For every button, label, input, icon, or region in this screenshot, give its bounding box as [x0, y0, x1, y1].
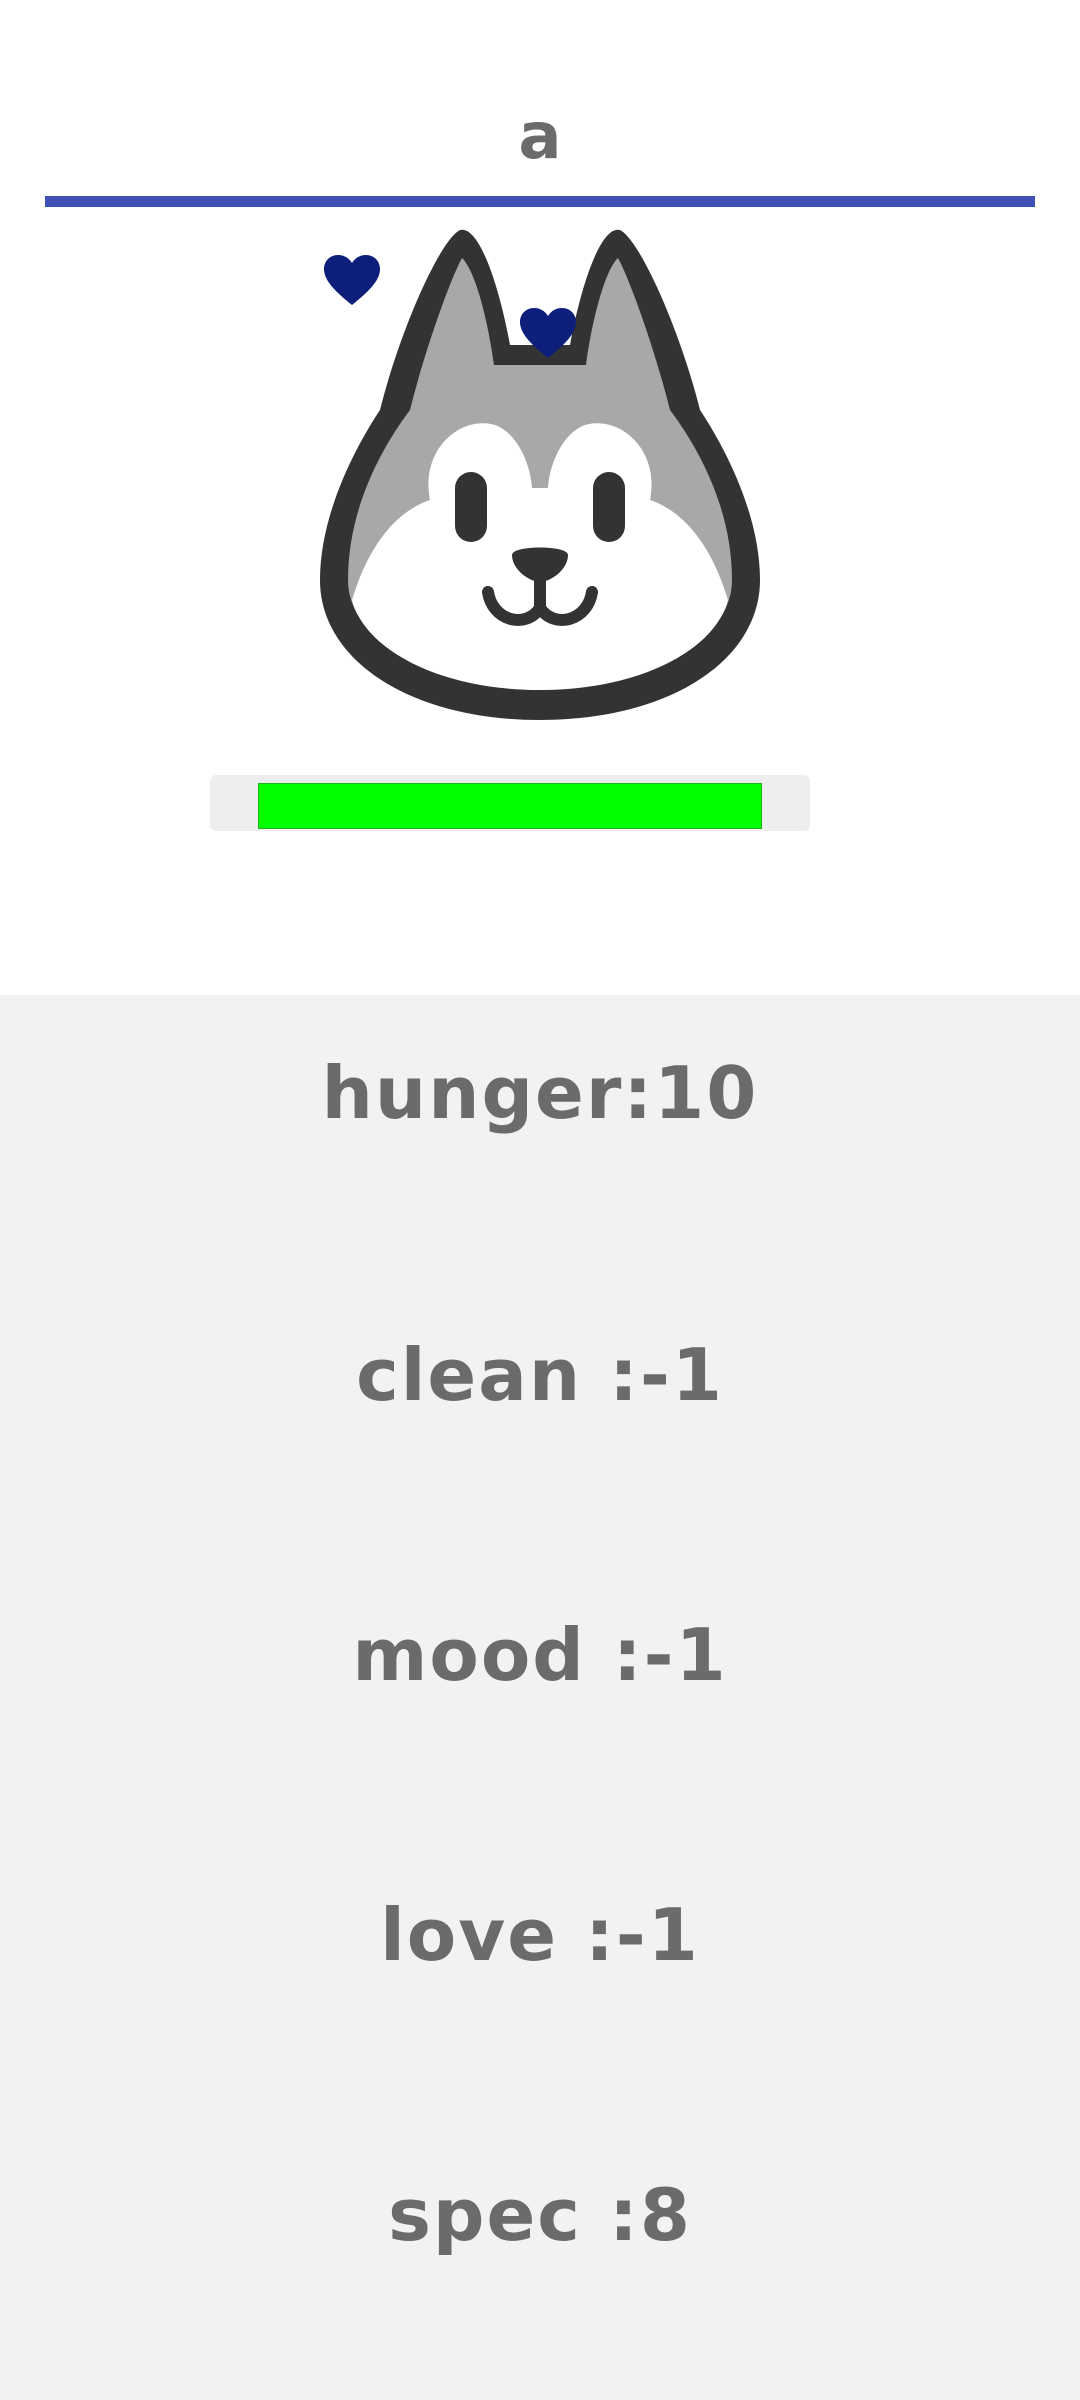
app-screen: a hunger:10 clean:-1 mood:-1 love:-1 … — [0, 0, 1080, 2400]
title-divider — [45, 196, 1035, 207]
stat-clean: clean :-1 — [356, 1333, 724, 1417]
stat-hunger: hunger:10 — [321, 1051, 759, 1135]
heart-icon — [324, 255, 380, 305]
stat-love: love :-1 — [380, 1893, 700, 1977]
stat-spec: spec :8 — [388, 2173, 692, 2257]
stats-panel: hunger:10 clean :-1 mood :-1 love :-1 sp… — [0, 995, 1080, 2400]
pet-panel: a — [0, 0, 1080, 995]
health-bar — [210, 775, 810, 831]
health-bar-fill — [258, 783, 762, 829]
stat-mood: mood :-1 — [352, 1613, 728, 1697]
pet-name: a — [518, 100, 562, 174]
heart-icon — [520, 308, 576, 358]
